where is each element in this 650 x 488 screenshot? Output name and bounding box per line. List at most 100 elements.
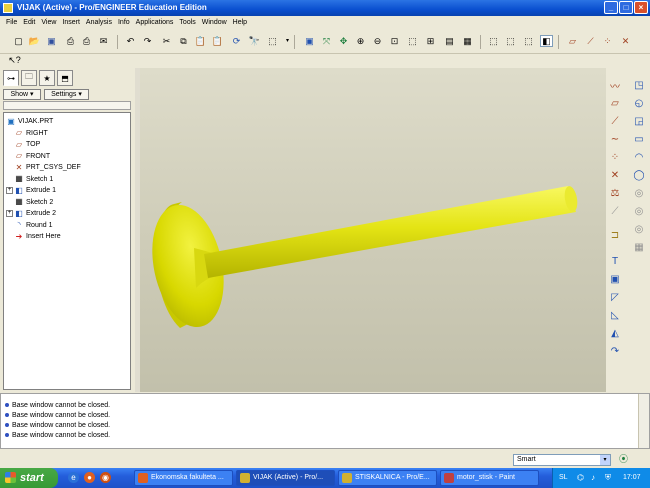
expand-toggle[interactable]: + — [6, 187, 13, 194]
expand-toggle[interactable]: + — [6, 210, 13, 217]
network-icon[interactable]: ⌬ — [577, 468, 584, 488]
trim-tool-icon[interactable]: ↷ — [608, 344, 622, 358]
merge-tool-icon[interactable]: ◭ — [608, 326, 622, 340]
datum-planes-icon[interactable]: ▱ — [566, 35, 579, 47]
tree-item[interactable]: + ◧ Extrude 1 — [6, 185, 56, 196]
no-hidden-icon[interactable]: ⬚ — [522, 35, 535, 47]
start-button[interactable]: start — [0, 468, 58, 488]
extrude-tool-icon[interactable]: ◳ — [632, 78, 646, 92]
blend-tool-icon[interactable]: ▭ — [632, 132, 646, 146]
model-tree[interactable]: ▣ VIJAK.PRT ▱ RIGHT ▱ TOP ▱ FRONT ✕ PRT_CSYS_DEF ▦… — [3, 112, 131, 390]
context-help-icon[interactable]: ↖? — [8, 54, 21, 66]
datum-curve-tool-icon[interactable]: ∼ — [608, 132, 622, 146]
datum-axes-icon[interactable]: ⟋ — [584, 35, 597, 47]
taskbar-button[interactable]: Ekonomska fakulteta ... — [134, 470, 233, 486]
menu-view[interactable]: View — [38, 17, 59, 29]
close-button[interactable]: × — [634, 1, 648, 14]
refit-icon[interactable]: ⊡ — [388, 35, 401, 47]
pattern-tool-icon[interactable]: ▦ — [632, 240, 646, 254]
shell-tool-icon[interactable]: ◎ — [632, 186, 646, 200]
show-dropdown[interactable]: Show ▾ — [3, 89, 41, 100]
maximize-button[interactable]: □ — [619, 1, 633, 14]
minimize-button[interactable]: _ — [604, 1, 618, 14]
menu-tools[interactable]: Tools — [176, 17, 198, 29]
taskbar-button[interactable]: VIJAK (Active) - Pro/... — [236, 470, 335, 486]
spin-center-icon[interactable]: ⤧ — [320, 35, 333, 47]
regenerate-icon[interactable]: ⟳ — [230, 35, 243, 47]
shading-icon[interactable]: ◧ — [540, 35, 553, 47]
paste-icon[interactable]: 📋 — [194, 35, 207, 47]
draft-tool-icon[interactable]: ◎ — [632, 222, 646, 236]
print-icon[interactable]: ⎙ — [64, 35, 77, 47]
graphics-window[interactable] — [140, 68, 606, 392]
datum-offset-icon[interactable]: ⟋ — [608, 204, 622, 218]
tree-item[interactable]: ▦ Sketch 1 — [14, 174, 53, 185]
taskbar-button[interactable]: STISKALNICA - Pro/E... — [338, 470, 437, 486]
menu-insert[interactable]: Insert — [59, 17, 83, 29]
media-quicklaunch-icon[interactable]: ● — [84, 472, 95, 483]
zoom-in-icon[interactable]: ⊕ — [354, 35, 367, 47]
language-indicator[interactable]: SL — [559, 468, 568, 488]
csys-tool-icon[interactable]: ✕ — [608, 168, 622, 182]
tree-item[interactable]: ▦ Sketch 2 — [14, 197, 53, 208]
wireframe-icon[interactable]: ⬚ — [487, 35, 500, 47]
security-icon[interactable]: ⛨ — [605, 468, 611, 488]
coordinate-systems-icon[interactable]: ✕ — [619, 35, 632, 47]
tree-item[interactable]: ▣ VIJAK.PRT — [6, 116, 53, 127]
paste-special-icon[interactable]: 📋 — [211, 35, 224, 47]
tree-item[interactable]: + ◧ Extrude 2 — [6, 208, 56, 219]
saved-views-icon[interactable]: ⊞ — [424, 35, 437, 47]
favorites-tab[interactable]: ★ — [39, 70, 55, 86]
round-tool-icon[interactable]: T — [608, 254, 622, 268]
new-file-icon[interactable]: ▢ — [12, 35, 25, 47]
model-tree-tab[interactable]: ⊶ — [3, 70, 19, 86]
datum-points-icon[interactable]: ⁘ — [601, 35, 614, 47]
message-scrollbar[interactable] — [638, 394, 649, 448]
firefox-quicklaunch-icon[interactable]: ◉ — [100, 472, 111, 483]
revolve-tool-icon[interactable]: ◵ — [632, 96, 646, 110]
folder-browser-tab[interactable]: 🗀 — [21, 70, 37, 86]
undo-icon[interactable]: ↶ — [124, 35, 137, 47]
copy-icon[interactable]: ⧉ — [177, 35, 190, 47]
taskbar-button[interactable]: motor_stisk - Paint — [440, 470, 539, 486]
repaint-icon[interactable]: ▣ — [303, 35, 316, 47]
analysis-feature-icon[interactable]: ⚖ — [608, 186, 622, 200]
title-bar[interactable]: VIJAK (Active) - Pro/ENGINEER Education … — [0, 0, 650, 16]
tree-item[interactable]: ▱ FRONT — [14, 151, 50, 162]
menu-file[interactable]: File — [3, 17, 20, 29]
tree-item[interactable]: ▱ TOP — [14, 139, 40, 150]
tree-item[interactable]: ✕ PRT_CSYS_DEF — [14, 162, 81, 173]
datum-point-tool-icon[interactable]: ⁘ — [608, 150, 622, 164]
hidden-line-icon[interactable]: ⬚ — [504, 35, 517, 47]
connections-tab[interactable]: ⬒ — [57, 70, 73, 86]
clock[interactable]: 17:07 — [623, 468, 641, 488]
variable-sweep-icon[interactable]: ◲ — [632, 114, 646, 128]
redo-icon[interactable]: ↷ — [141, 35, 154, 47]
datum-axis-tool-icon[interactable]: ⟋ — [608, 114, 622, 128]
sketched-datum-icon[interactable]: ⊐ — [608, 228, 622, 242]
menu-analysis[interactable]: Analysis — [83, 17, 115, 29]
boundary-blend-icon[interactable]: ◠ — [632, 150, 646, 164]
settings-dropdown[interactable]: Settings ▾ — [44, 89, 89, 100]
offset-tool-icon[interactable]: ◸ — [608, 290, 622, 304]
selection-box-icon[interactable]: ⬚ — [266, 35, 279, 47]
volume-icon[interactable]: ♪ — [591, 468, 595, 488]
cut-icon[interactable]: ✂ — [160, 35, 173, 47]
layers-icon[interactable]: ▤ — [443, 35, 456, 47]
datum-plane-tool-icon[interactable]: ▱ — [608, 96, 622, 110]
zoom-out-icon[interactable]: ⊖ — [371, 35, 384, 47]
menu-help[interactable]: Help — [230, 17, 250, 29]
tree-item[interactable]: ➔ Insert Here — [14, 231, 61, 242]
ie-quicklaunch-icon[interactable]: e — [68, 472, 79, 483]
menu-edit[interactable]: Edit — [20, 17, 38, 29]
email-icon[interactable]: ✉ — [97, 35, 110, 47]
thicken-tool-icon[interactable]: ◺ — [608, 308, 622, 322]
part-model[interactable] — [140, 68, 606, 392]
tree-item[interactable]: ▱ RIGHT — [14, 128, 48, 139]
tree-item[interactable]: ◝ Round 1 — [14, 220, 52, 231]
orient-mode-icon[interactable]: ✥ — [337, 35, 350, 47]
print-preview-icon[interactable]: ⎙ — [80, 35, 93, 47]
rib-tool-icon[interactable]: ◎ — [632, 204, 646, 218]
sketch-tool-icon[interactable]: 〰 — [608, 78, 622, 93]
open-folder-icon[interactable]: 📂 — [28, 35, 41, 47]
